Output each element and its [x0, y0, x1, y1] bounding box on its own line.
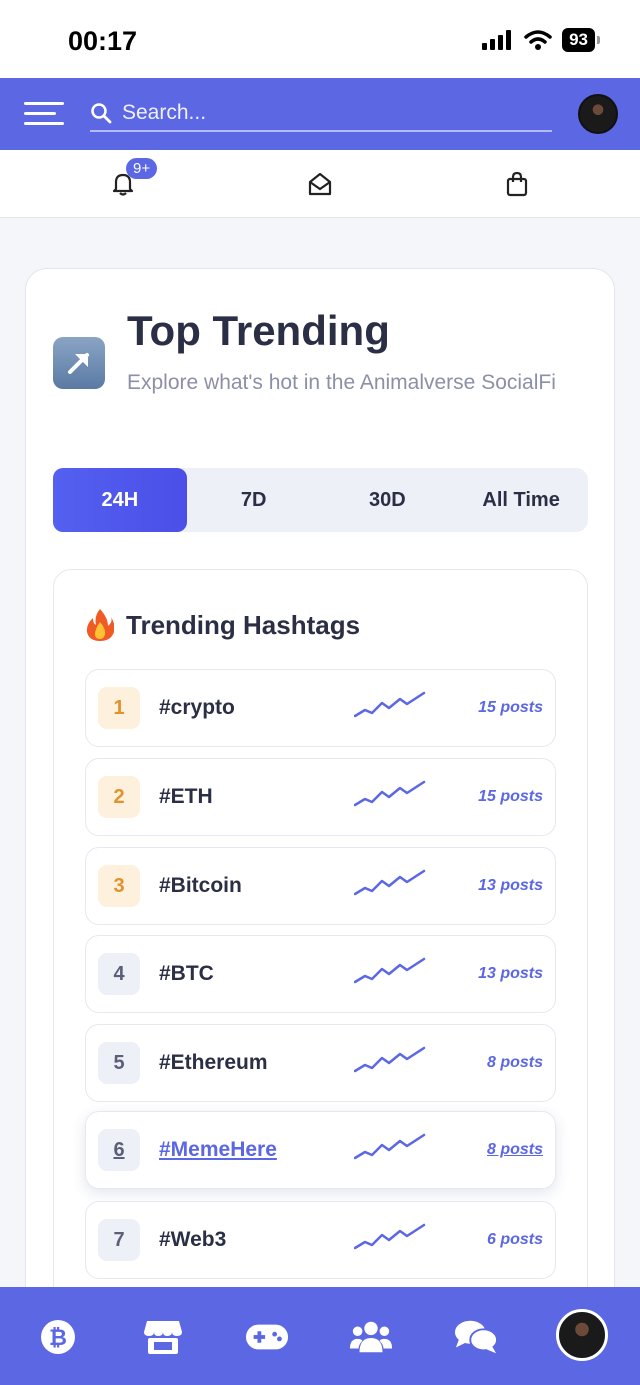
status-indicators: 93 — [482, 28, 600, 52]
trend-sparkline-icon — [354, 691, 426, 718]
post-count: 13 posts — [478, 965, 543, 982]
hashtag-row[interactable]: 3 #Bitcoin 13 posts — [85, 847, 556, 925]
fire-icon — [86, 609, 114, 641]
trend-sparkline-icon — [354, 780, 426, 807]
tab-7d[interactable]: 7D — [187, 468, 321, 532]
shopping-bag-icon — [506, 171, 528, 197]
hashtag-row[interactable]: 5 #Ethereum 8 posts — [85, 1024, 556, 1102]
trend-sparkline-icon — [354, 869, 426, 896]
notification-badge: 9+ — [126, 158, 158, 179]
trend-sparkline-icon — [354, 1046, 426, 1073]
section-title: Trending Hashtags — [86, 608, 360, 642]
trend-sparkline-icon — [354, 1133, 426, 1160]
rank-badge: 5 — [98, 1042, 140, 1084]
tab-all-time[interactable]: All Time — [454, 468, 588, 532]
rank-badge: 7 — [98, 1219, 140, 1261]
hashtag-row[interactable]: 4 #BTC 13 posts — [85, 935, 556, 1013]
hashtag-row[interactable]: 7 #Web3 6 posts — [85, 1201, 556, 1279]
nav-games[interactable] — [245, 1315, 289, 1359]
trending-card: Top Trending Explore what's hot in the A… — [25, 268, 615, 1329]
bottom-navigation: ₿ — [0, 1287, 640, 1385]
nav-chat[interactable] — [454, 1315, 498, 1359]
battery-tip — [597, 36, 600, 44]
post-count: 6 posts — [486, 1231, 543, 1248]
rank-badge: 6 — [98, 1129, 140, 1171]
post-count: 15 posts — [478, 788, 543, 805]
tab-24h[interactable]: 24H — [53, 468, 187, 532]
post-count: 8 posts — [486, 1141, 543, 1158]
search-input[interactable] — [122, 101, 542, 125]
menu-line — [24, 122, 64, 125]
tab-30d[interactable]: 30D — [321, 468, 455, 532]
hashtag-label[interactable]: #MemeHere — [159, 1138, 277, 1162]
rank-badge: 2 — [98, 776, 140, 818]
hashtag-label[interactable]: #ETH — [159, 785, 213, 809]
trending-up-icon — [53, 337, 105, 389]
messages-button[interactable] — [302, 166, 338, 202]
hashtag-label[interactable]: #Web3 — [159, 1228, 226, 1252]
menu-line — [24, 112, 56, 115]
rank-badge: 4 — [98, 953, 140, 995]
rank-badge: 3 — [98, 865, 140, 907]
store-icon — [144, 1321, 182, 1354]
page-title: Top Trending — [127, 307, 390, 354]
users-icon — [349, 1321, 393, 1353]
menu-line — [24, 102, 64, 105]
battery-level: 93 — [562, 28, 595, 52]
hashtag-row[interactable]: 1 #crypto 15 posts — [85, 669, 556, 747]
trending-hashtags-panel: Trending Hashtags 1 #crypto 15 posts 2 #… — [53, 569, 588, 1329]
action-icon-bar — [0, 150, 640, 218]
hashtag-label[interactable]: #BTC — [159, 962, 214, 986]
rank-badge: 1 — [98, 687, 140, 729]
hashtag-label[interactable]: #Ethereum — [159, 1051, 268, 1075]
status-bar: 00:17 93 — [0, 0, 640, 78]
menu-button[interactable] — [24, 100, 64, 128]
trend-sparkline-icon — [354, 957, 426, 984]
nav-community[interactable] — [349, 1315, 393, 1359]
wifi-icon — [524, 30, 552, 50]
search-bar — [90, 96, 552, 132]
user-avatar[interactable] — [578, 94, 618, 134]
post-count: 15 posts — [478, 699, 543, 716]
section-title-label: Trending Hashtags — [126, 609, 361, 640]
trend-sparkline-icon — [354, 1223, 426, 1250]
svg-text:₿: ₿ — [49, 1326, 67, 1351]
post-count: 13 posts — [478, 877, 543, 894]
status-time: 00:17 — [68, 26, 138, 56]
hashtag-label[interactable]: #crypto — [159, 696, 235, 720]
signal-icon — [482, 30, 512, 50]
time-range-tabs: 24H 7D 30D All Time — [53, 468, 588, 532]
nav-store[interactable] — [141, 1315, 185, 1359]
profile-avatar[interactable] — [556, 1309, 608, 1361]
page-subtitle: Explore what's hot in the Animalverse So… — [127, 371, 556, 394]
bitcoin-icon: ₿ — [41, 1320, 75, 1354]
shopping-bag-button[interactable] — [499, 166, 535, 202]
post-count: 8 posts — [486, 1054, 543, 1071]
nav-bitcoin[interactable]: ₿ — [36, 1315, 80, 1359]
chat-icon — [454, 1320, 498, 1354]
top-app-bar — [0, 78, 640, 150]
gamepad-icon — [245, 1324, 289, 1350]
hashtag-label[interactable]: #Bitcoin — [159, 874, 242, 898]
hashtag-row[interactable]: 6 #MemeHere 8 posts — [85, 1111, 556, 1189]
mail-open-icon — [308, 172, 332, 196]
search-icon — [91, 103, 112, 124]
hashtag-row[interactable]: 2 #ETH 15 posts — [85, 758, 556, 836]
